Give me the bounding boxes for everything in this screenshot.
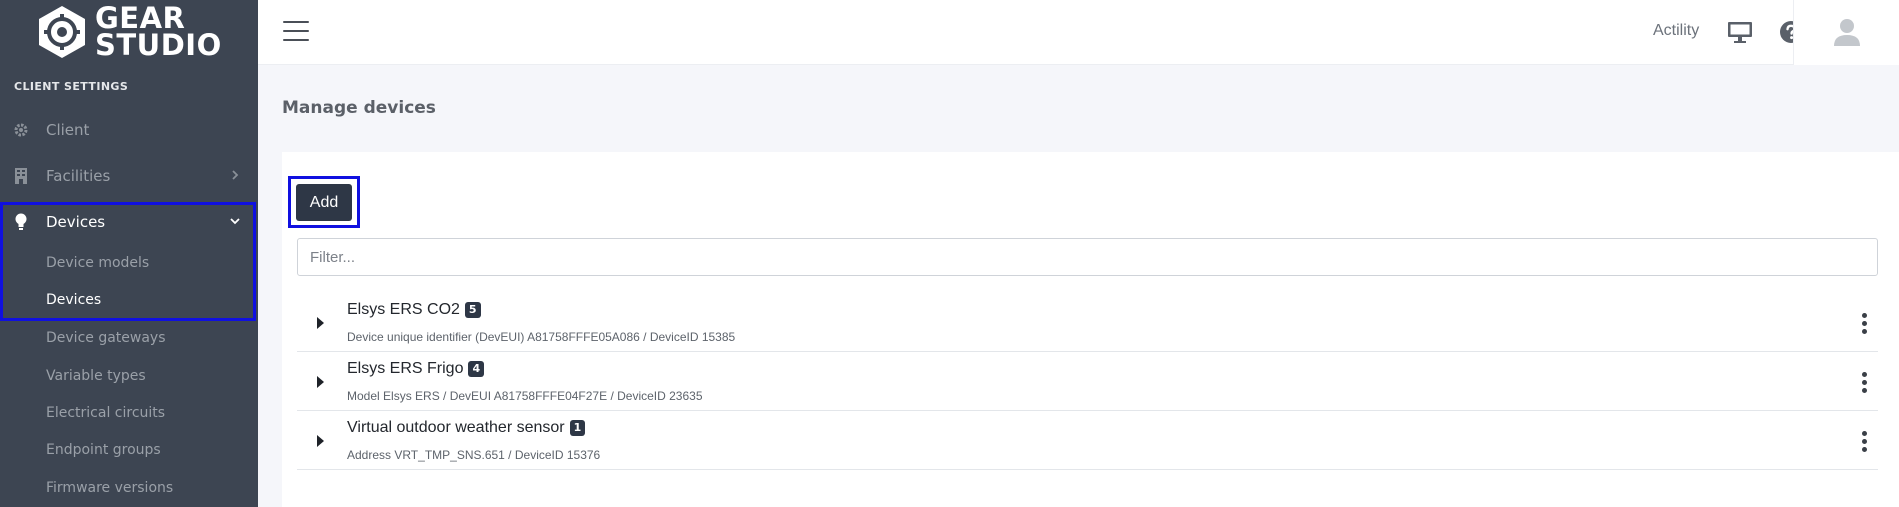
- kebab-menu-icon[interactable]: [1860, 372, 1868, 394]
- building-icon: [12, 167, 30, 185]
- sidebar-item-devices[interactable]: Devices: [0, 199, 258, 245]
- device-count-badge: 4: [468, 361, 485, 377]
- user-menu[interactable]: [1793, 0, 1899, 65]
- sidebar-subitem-firmware-versions[interactable]: Firmware versions: [46, 480, 173, 496]
- user-icon: [1834, 18, 1860, 50]
- expand-caret-icon[interactable]: [317, 376, 324, 388]
- sidebar-item-label: Facilities: [46, 167, 111, 185]
- sidebar-subitem-variable-types[interactable]: Variable types: [46, 368, 146, 384]
- sidebar-subitem-devices[interactable]: Devices: [46, 292, 101, 308]
- page-title: Manage devices: [282, 98, 436, 118]
- logo-line-2: STUDIO: [95, 28, 222, 62]
- top-bar: Actility: [258, 0, 1899, 65]
- device-detail: Address VRT_TMP_SNS.651 / DeviceID 15376: [347, 448, 601, 462]
- sidebar-subitem-device-gateways[interactable]: Device gateways: [46, 330, 166, 346]
- add-button[interactable]: Add: [296, 184, 352, 221]
- device-name[interactable]: Elsys ERS CO2: [347, 301, 460, 319]
- chevron-down-icon: [228, 214, 242, 228]
- device-count-badge: 5: [464, 302, 481, 318]
- brand-label: Actility: [1653, 22, 1700, 39]
- device-row[interactable]: Elsys ERS Frigo 4 Model Elsys ERS / DevE…: [297, 352, 1878, 411]
- device-name[interactable]: Elsys ERS Frigo: [347, 360, 463, 378]
- sidebar-subitem-electrical-circuits[interactable]: Electrical circuits: [46, 405, 165, 421]
- kebab-menu-icon[interactable]: [1860, 313, 1868, 335]
- chevron-right-icon: [228, 168, 242, 182]
- device-detail: Model Elsys ERS / DevEUI A81758FFFE04F27…: [347, 389, 703, 403]
- kebab-menu-icon[interactable]: [1860, 431, 1868, 453]
- device-count-badge: 1: [569, 420, 586, 436]
- gear-icon: [12, 121, 30, 139]
- device-detail: Device unique identifier (DevEUI) A81758…: [347, 330, 736, 344]
- hamburger-menu-icon[interactable]: [283, 21, 309, 43]
- logo-text: GEAR STUDIO: [95, 4, 222, 62]
- filter-input[interactable]: [297, 238, 1878, 276]
- sidebar-item-facilities[interactable]: Facilities: [0, 153, 258, 199]
- device-name[interactable]: Virtual outdoor weather sensor: [347, 419, 565, 437]
- expand-caret-icon[interactable]: [317, 435, 324, 447]
- sidebar: GEAR STUDIO CLIENT SETTINGS Client Facil…: [0, 0, 258, 507]
- sidebar-item-label: Client: [46, 121, 90, 139]
- device-row[interactable]: Elsys ERS CO2 5 Device unique identifier…: [297, 293, 1878, 352]
- gear-studio-logo[interactable]: GEAR STUDIO: [33, 4, 222, 60]
- sidebar-item-label: Devices: [46, 213, 106, 231]
- sidebar-item-client[interactable]: Client: [0, 107, 258, 153]
- expand-caret-icon[interactable]: [317, 317, 324, 329]
- device-row[interactable]: Virtual outdoor weather sensor 1 Address…: [297, 411, 1878, 470]
- sidebar-subitem-device-models[interactable]: Device models: [46, 255, 149, 271]
- logo-gear-icon: [33, 4, 91, 60]
- lightbulb-icon: [12, 213, 30, 231]
- sidebar-subitem-endpoint-groups[interactable]: Endpoint groups: [46, 442, 161, 458]
- monitor-icon[interactable]: [1727, 20, 1753, 44]
- section-title: CLIENT SETTINGS: [14, 80, 129, 93]
